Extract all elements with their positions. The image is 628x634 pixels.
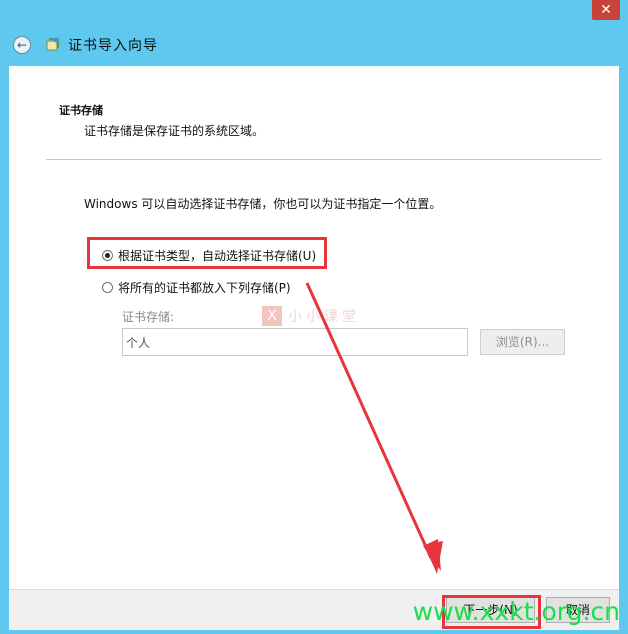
wizard-title: 证书导入向导: [68, 38, 158, 54]
store-input: 个人: [122, 328, 468, 356]
wizard-content: 证书存储 证书存储是保存证书的系统区域。 Windows 可以自动选择证书存储，…: [9, 66, 619, 589]
radio-manual-store[interactable]: 将所有的证书都放入下列存储(P): [102, 279, 291, 296]
back-arrow-icon[interactable]: ←: [13, 36, 31, 54]
annotation-highlight-auto-option: [87, 237, 327, 269]
intro-text: Windows 可以自动选择证书存储，你也可以为证书指定一个位置。: [84, 197, 442, 211]
radio-manual-label: 将所有的证书都放入下列存储(P): [118, 281, 291, 295]
certificate-wizard-icon: [46, 37, 59, 51]
title-bar: ✕ ← 证书导入向导: [0, 0, 628, 66]
radio-unchecked-icon[interactable]: [102, 282, 113, 293]
watermark-x-icon: X: [262, 306, 282, 326]
page-description: 证书存储是保存证书的系统区域。: [84, 124, 265, 138]
page-title: 证书存储: [59, 104, 103, 117]
wizard-window: ✕ ← 证书导入向导 证书存储 证书存储是保存证书的系统区域。 Windows …: [0, 0, 628, 634]
close-button[interactable]: ✕: [592, 0, 620, 20]
site-watermark: www.xxkt.org.cn: [412, 597, 620, 626]
store-field-label: 证书存储:: [122, 310, 175, 324]
watermark-text: 小小课堂: [288, 309, 360, 325]
browse-button: 浏览(R)...: [480, 329, 565, 355]
watermark-logo: X 小小课堂: [262, 306, 360, 326]
header-divider: [46, 159, 601, 160]
